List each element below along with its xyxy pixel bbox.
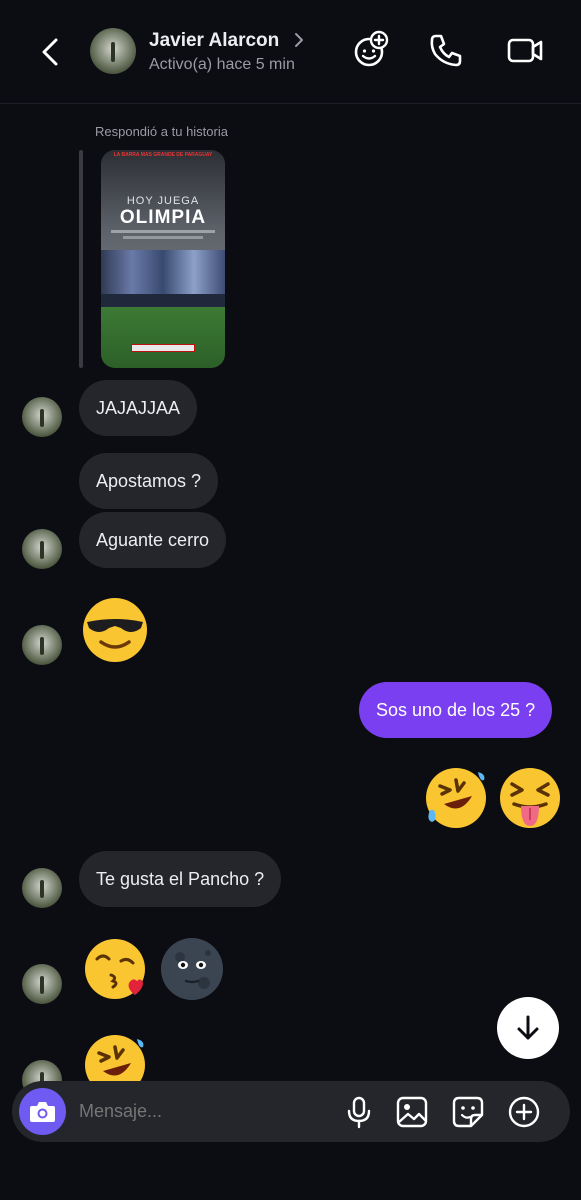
squinting-face-with-tongue-icon[interactable] <box>496 764 564 832</box>
message-input[interactable] <box>79 1081 329 1142</box>
contact-avatar-small[interactable] <box>22 625 62 665</box>
arrow-down-icon <box>517 1015 539 1040</box>
story-top-text: LA BARRA MAS GRANDE DE PARAGUAY <box>113 152 213 158</box>
face-blowing-a-kiss-icon[interactable] <box>81 935 149 1003</box>
effects-add-icon[interactable] <box>350 30 390 70</box>
story-banner <box>131 344 195 352</box>
message-bubble-incoming[interactable]: JAJAJJAA <box>79 380 198 436</box>
message-bubble-incoming[interactable]: Te gusta el Pancho ? <box>79 851 282 907</box>
smiling-face-with-sunglasses-icon[interactable] <box>81 596 149 664</box>
microphone-icon[interactable] <box>342 1095 376 1129</box>
chat-header: Javier Alarcon Activo(a) hace 5 min <box>0 0 581 104</box>
phone-icon[interactable] <box>426 30 466 70</box>
rolling-on-the-floor-laughing-icon[interactable] <box>422 764 490 832</box>
message-bubble-incoming[interactable]: Apostamos ? <box>79 453 219 509</box>
contact-avatar[interactable] <box>90 28 136 74</box>
plus-circle-icon[interactable] <box>507 1095 541 1129</box>
message-bubble-incoming[interactable]: Aguante cerro <box>79 512 227 568</box>
home-indicator <box>220 1186 360 1191</box>
contact-name[interactable]: Javier Alarcon <box>149 30 279 52</box>
story-line1: HOY JUEGA <box>126 195 200 207</box>
back-arrow-icon[interactable] <box>36 34 66 70</box>
story-line2: OLIMPIA <box>119 207 207 228</box>
video-camera-icon[interactable] <box>505 30 545 70</box>
sticker-icon[interactable] <box>451 1095 485 1129</box>
story-reply-label: Respondió a tu historia <box>95 124 228 139</box>
story-thumbnail[interactable]: LA BARRA MAS GRANDE DE PARAGUAY HOY JUEG… <box>101 150 225 368</box>
gallery-icon[interactable] <box>395 1095 429 1129</box>
reply-indicator-bar <box>79 150 83 368</box>
new-moon-face-icon[interactable] <box>158 935 226 1003</box>
contact-avatar-small[interactable] <box>22 964 62 1004</box>
camera-button[interactable] <box>19 1088 66 1135</box>
message-composer <box>12 1081 570 1142</box>
contact-avatar-small[interactable] <box>22 397 62 437</box>
contact-avatar-small[interactable] <box>22 529 62 569</box>
contact-avatar-small[interactable] <box>22 868 62 908</box>
chevron-right-icon[interactable] <box>292 31 306 49</box>
camera-icon <box>30 1102 55 1122</box>
scroll-to-bottom-button[interactable] <box>497 997 559 1059</box>
contact-status: Activo(a) hace 5 min <box>149 56 295 73</box>
message-bubble-outgoing[interactable]: Sos uno de los 25 ? <box>359 682 553 738</box>
